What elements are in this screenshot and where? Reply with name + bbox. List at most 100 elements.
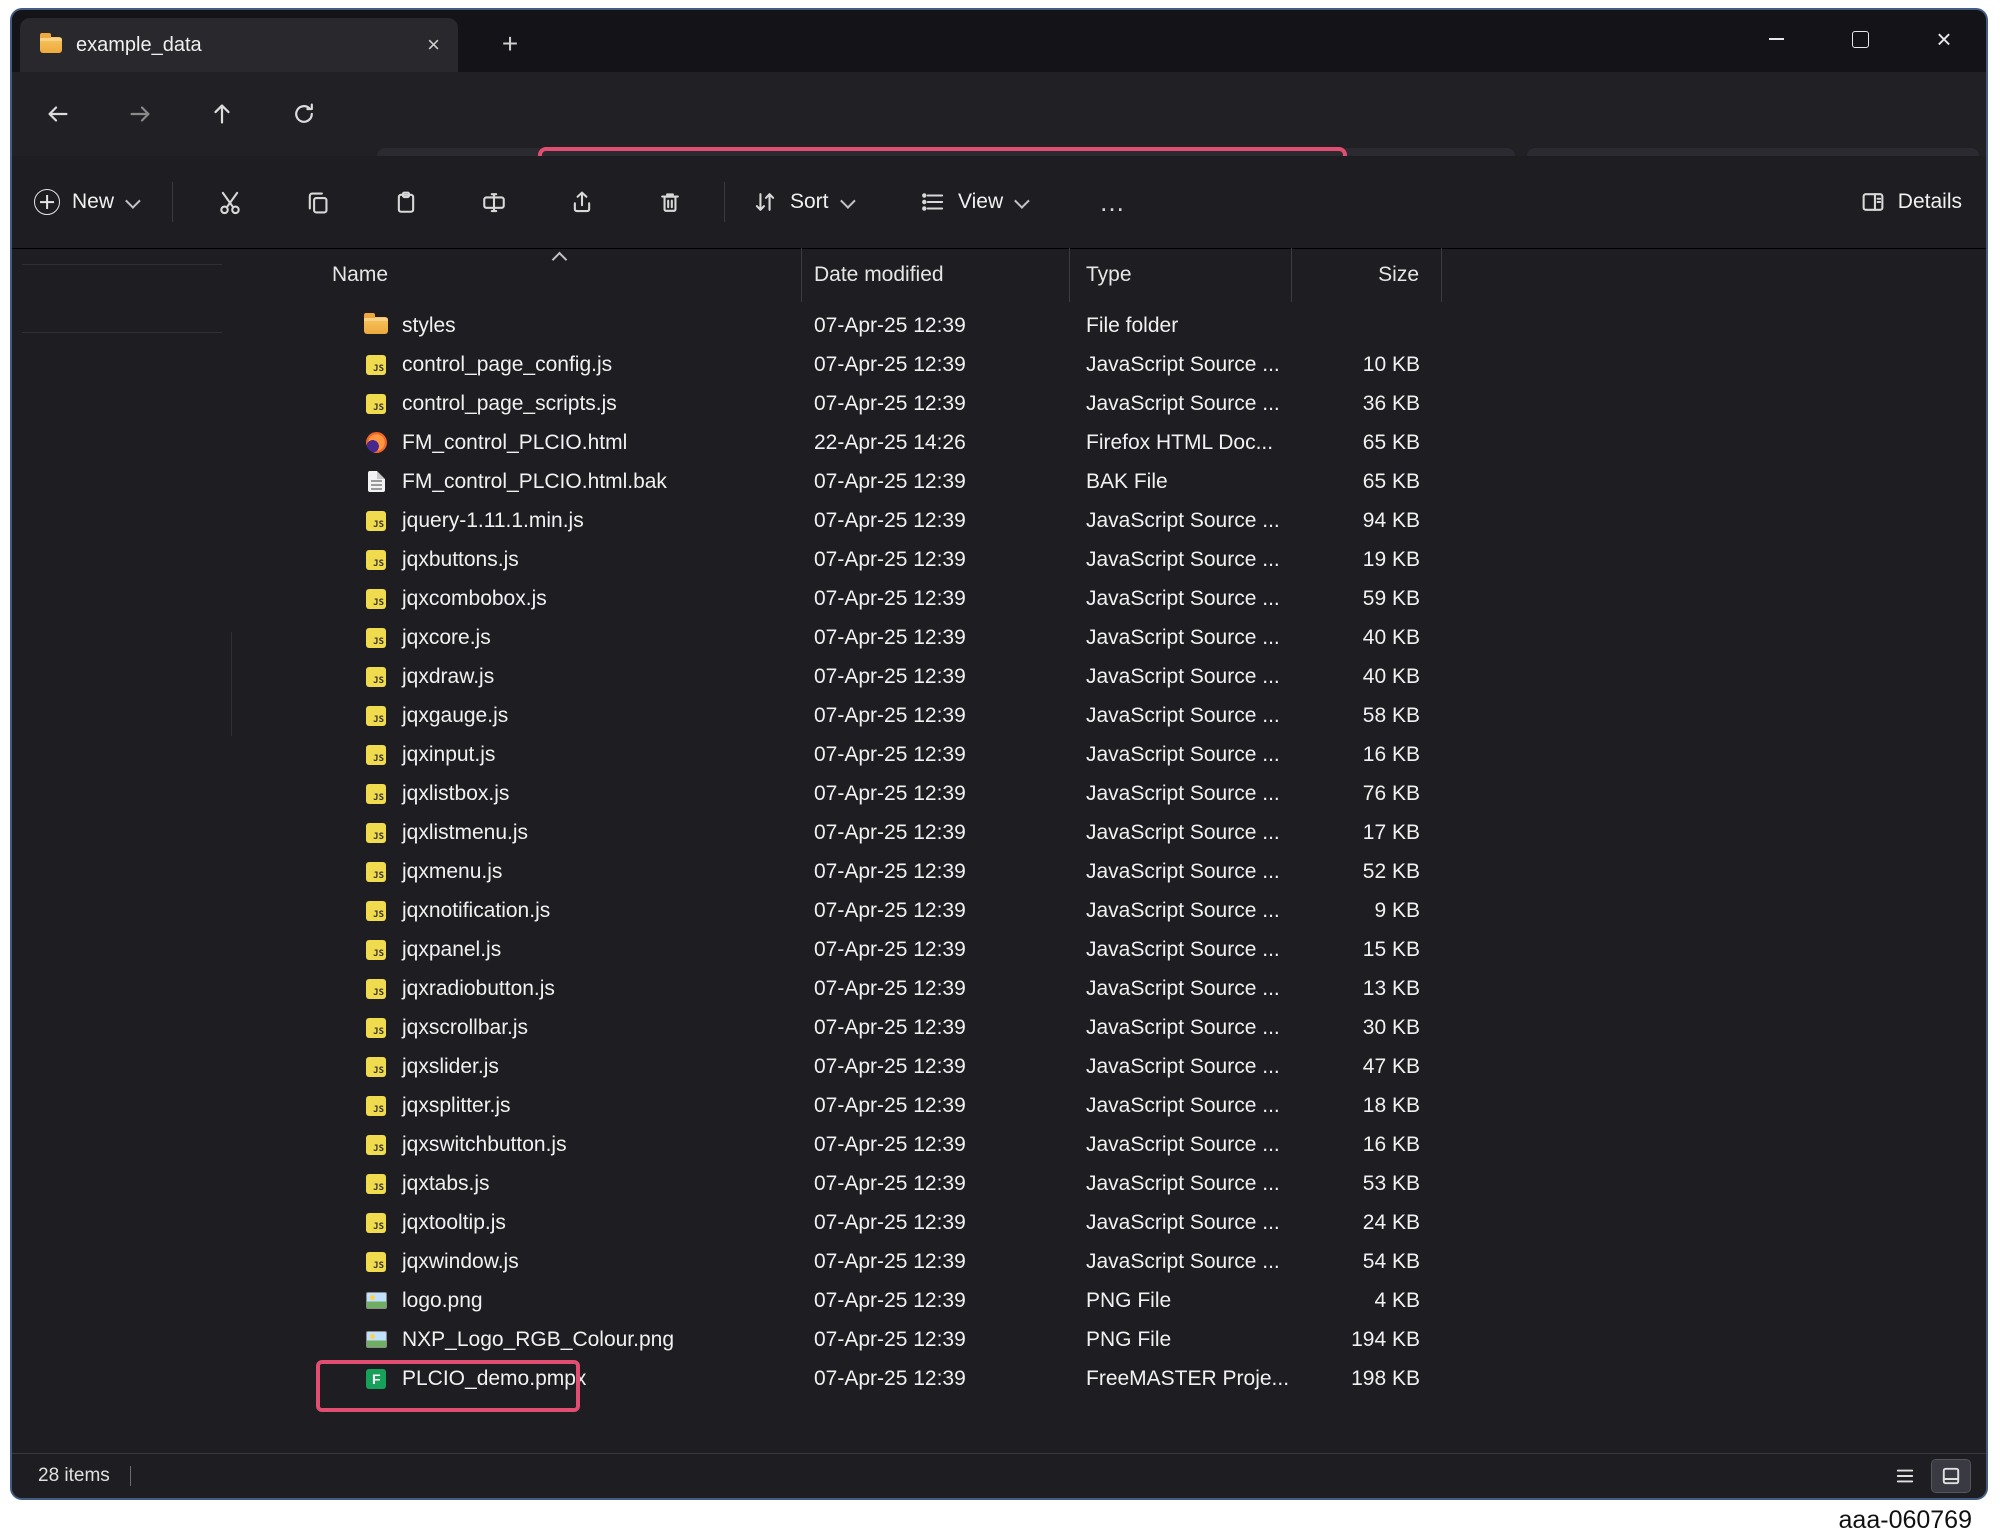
file-date: 07-Apr-25 12:39 bbox=[802, 704, 1070, 728]
file-size: 13 KB bbox=[1292, 977, 1442, 1001]
file-name: jqxtabs.js bbox=[402, 1172, 490, 1196]
file-row[interactable]: jqxnotification.js 07-Apr-25 12:39 JavaS… bbox=[312, 891, 1442, 930]
file-icon bbox=[366, 1213, 386, 1233]
back-button[interactable] bbox=[30, 86, 86, 142]
file-row[interactable]: jquery-1.11.1.min.js 07-Apr-25 12:39 Jav… bbox=[312, 501, 1442, 540]
tab-close-icon[interactable]: × bbox=[427, 34, 440, 56]
file-name-cell: jqxinput.js bbox=[312, 743, 802, 767]
file-icon bbox=[366, 784, 386, 804]
maximize-button[interactable] bbox=[1818, 10, 1902, 68]
file-name: jqxbuttons.js bbox=[402, 548, 519, 572]
file-date: 07-Apr-25 12:39 bbox=[802, 626, 1070, 650]
file-type: JavaScript Source ... bbox=[1070, 1094, 1292, 1118]
file-row[interactable]: jqxinput.js 07-Apr-25 12:39 JavaScript S… bbox=[312, 735, 1442, 774]
file-row[interactable]: jqxswitchbutton.js 07-Apr-25 12:39 JavaS… bbox=[312, 1125, 1442, 1164]
file-row[interactable]: PLCIO_demo.pmpx 07-Apr-25 12:39 FreeMAST… bbox=[312, 1359, 1442, 1398]
file-row[interactable]: jqxtooltip.js 07-Apr-25 12:39 JavaScript… bbox=[312, 1203, 1442, 1242]
file-row[interactable]: NXP_Logo_RGB_Colour.png 07-Apr-25 12:39 … bbox=[312, 1320, 1442, 1359]
toolbar-separator bbox=[172, 182, 173, 222]
file-name: jqxdraw.js bbox=[402, 665, 494, 689]
file-type: JavaScript Source ... bbox=[1070, 899, 1292, 923]
file-size: 9 KB bbox=[1292, 899, 1442, 923]
file-row[interactable]: control_page_scripts.js 07-Apr-25 12:39 … bbox=[312, 384, 1442, 423]
chevron-down-icon bbox=[840, 193, 856, 209]
file-row[interactable]: jqxbuttons.js 07-Apr-25 12:39 JavaScript… bbox=[312, 540, 1442, 579]
file-icon bbox=[366, 589, 386, 609]
file-date: 07-Apr-25 12:39 bbox=[802, 821, 1070, 845]
file-icon bbox=[368, 471, 385, 492]
file-name: jqxlistmenu.js bbox=[402, 821, 528, 845]
file-row[interactable]: jqxlistmenu.js 07-Apr-25 12:39 JavaScrip… bbox=[312, 813, 1442, 852]
file-icon bbox=[366, 550, 386, 570]
file-size: 18 KB bbox=[1292, 1094, 1442, 1118]
paste-button[interactable] bbox=[362, 189, 450, 215]
file-name: jqxswitchbutton.js bbox=[402, 1133, 567, 1157]
file-icon bbox=[366, 745, 386, 765]
details-pane-button[interactable]: Details bbox=[1860, 156, 1962, 248]
up-button[interactable] bbox=[194, 86, 250, 142]
details-view-button[interactable] bbox=[1886, 1460, 1924, 1492]
file-date: 07-Apr-25 12:39 bbox=[802, 743, 1070, 767]
see-more-button[interactable]: … bbox=[1084, 156, 1140, 248]
file-icon bbox=[366, 432, 387, 453]
tab-title: example_data bbox=[76, 34, 202, 57]
minimize-button[interactable] bbox=[1734, 10, 1818, 68]
file-row[interactable]: jqxmenu.js 07-Apr-25 12:39 JavaScript So… bbox=[312, 852, 1442, 891]
file-name: jqxpanel.js bbox=[402, 938, 501, 962]
file-list: styles 07-Apr-25 12:39 File folder contr… bbox=[312, 306, 1442, 1398]
large-icons-view-icon bbox=[1939, 1464, 1963, 1488]
file-row[interactable]: jqxpanel.js 07-Apr-25 12:39 JavaScript S… bbox=[312, 930, 1442, 969]
column-header-size[interactable]: Size bbox=[1292, 248, 1442, 302]
file-row[interactable]: control_page_config.js 07-Apr-25 12:39 J… bbox=[312, 345, 1442, 384]
copy-button[interactable] bbox=[274, 189, 362, 215]
forward-button[interactable] bbox=[112, 86, 168, 142]
sort-button[interactable]: Sort bbox=[752, 156, 852, 248]
share-button[interactable] bbox=[538, 189, 626, 215]
column-label: Date modified bbox=[814, 263, 944, 287]
rename-button[interactable] bbox=[450, 189, 538, 215]
view-button[interactable]: View bbox=[920, 156, 1026, 248]
file-row[interactable]: jqxgauge.js 07-Apr-25 12:39 JavaScript S… bbox=[312, 696, 1442, 735]
file-type: JavaScript Source ... bbox=[1070, 665, 1292, 689]
file-size: 16 KB bbox=[1292, 743, 1442, 767]
file-row[interactable]: jqxcombobox.js 07-Apr-25 12:39 JavaScrip… bbox=[312, 579, 1442, 618]
new-button[interactable]: New bbox=[34, 156, 137, 248]
file-size: 194 KB bbox=[1292, 1328, 1442, 1352]
file-name-cell: jqxnotification.js bbox=[312, 899, 802, 923]
file-row[interactable]: FM_control_PLCIO.html 22-Apr-25 14:26 Fi… bbox=[312, 423, 1442, 462]
large-icons-view-button[interactable] bbox=[1932, 1460, 1970, 1492]
file-type: File folder bbox=[1070, 314, 1292, 338]
file-name-cell: jqxscrollbar.js bbox=[312, 1016, 802, 1040]
file-row[interactable]: styles 07-Apr-25 12:39 File folder bbox=[312, 306, 1442, 345]
new-tab-button[interactable]: + bbox=[488, 22, 532, 66]
file-row[interactable]: jqxscrollbar.js 07-Apr-25 12:39 JavaScri… bbox=[312, 1008, 1442, 1047]
refresh-button[interactable] bbox=[276, 86, 332, 142]
file-row[interactable]: jqxwindow.js 07-Apr-25 12:39 JavaScript … bbox=[312, 1242, 1442, 1281]
cut-button[interactable] bbox=[186, 189, 274, 215]
file-row[interactable]: jqxradiobutton.js 07-Apr-25 12:39 JavaSc… bbox=[312, 969, 1442, 1008]
column-header-name[interactable]: Name bbox=[312, 248, 802, 302]
file-name: jqxinput.js bbox=[402, 743, 495, 767]
file-row[interactable]: jqxsplitter.js 07-Apr-25 12:39 JavaScrip… bbox=[312, 1086, 1442, 1125]
close-button[interactable]: × bbox=[1902, 10, 1986, 68]
file-size: 16 KB bbox=[1292, 1133, 1442, 1157]
file-row[interactable]: jqxtabs.js 07-Apr-25 12:39 JavaScript So… bbox=[312, 1164, 1442, 1203]
file-name: jqxnotification.js bbox=[402, 899, 550, 923]
file-row[interactable]: jqxslider.js 07-Apr-25 12:39 JavaScript … bbox=[312, 1047, 1442, 1086]
file-row[interactable]: logo.png 07-Apr-25 12:39 PNG File 4 KB bbox=[312, 1281, 1442, 1320]
view-toggle-group bbox=[1886, 1460, 1970, 1492]
file-icon bbox=[366, 628, 386, 648]
column-header-type[interactable]: Type bbox=[1070, 248, 1292, 302]
file-icon bbox=[366, 1369, 386, 1389]
file-row[interactable]: jqxlistbox.js 07-Apr-25 12:39 JavaScript… bbox=[312, 774, 1442, 813]
tab-example-data[interactable]: example_data × bbox=[20, 18, 458, 72]
file-date: 07-Apr-25 12:39 bbox=[802, 899, 1070, 923]
file-row[interactable]: jqxdraw.js 07-Apr-25 12:39 JavaScript So… bbox=[312, 657, 1442, 696]
nav-pane-scrollbar[interactable] bbox=[231, 632, 232, 736]
file-row[interactable]: FM_control_PLCIO.html.bak 07-Apr-25 12:3… bbox=[312, 462, 1442, 501]
file-name-cell: FM_control_PLCIO.html bbox=[312, 431, 802, 455]
delete-button[interactable] bbox=[626, 189, 714, 215]
column-header-date-modified[interactable]: Date modified bbox=[802, 248, 1070, 302]
file-row[interactable]: jqxcore.js 07-Apr-25 12:39 JavaScript So… bbox=[312, 618, 1442, 657]
chevron-down-icon bbox=[1014, 193, 1030, 209]
